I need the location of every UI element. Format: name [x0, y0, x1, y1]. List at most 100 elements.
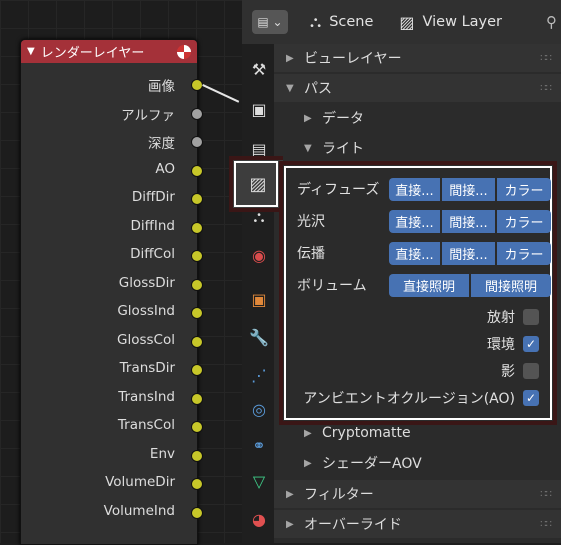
- constraints-tab-icon[interactable]: ⚭: [246, 432, 272, 458]
- socket-label: GlossDir: [118, 274, 175, 291]
- material-tab-icon[interactable]: ◕: [246, 506, 272, 532]
- light-passes-callout: ディフューズ 直接... 間接... カラー 光沢 直接... 間接... カラー 伝播 直接..…: [279, 161, 557, 425]
- subpanel-data[interactable]: ▶ データ: [274, 104, 561, 132]
- socket-label: AO: [155, 160, 175, 177]
- drag-handle-icon[interactable]: ∷∷: [540, 489, 552, 500]
- pin-icon[interactable]: ⚲: [546, 13, 557, 31]
- socket-dot[interactable]: [191, 136, 203, 148]
- socket-dot[interactable]: [191, 221, 203, 234]
- pass-checkbox-row[interactable]: 放射: [487, 307, 539, 327]
- world-tab-icon[interactable]: ◉: [246, 242, 272, 268]
- pass-checkbox-row[interactable]: 環境 ✓: [487, 334, 539, 354]
- node-output-socket[interactable]: DiffDir: [21, 189, 203, 205]
- modifier-tab-icon[interactable]: 🔧: [246, 324, 272, 350]
- socket-label: GlossCol: [117, 331, 175, 348]
- collapse-triangle-icon[interactable]: ▼: [27, 46, 35, 57]
- socket-label: DiffDir: [131, 189, 175, 205]
- checkbox-checked[interactable]: ✓: [523, 336, 539, 352]
- socket-label: Env: [149, 445, 175, 462]
- node-output-socket[interactable]: TransInd: [21, 389, 203, 405]
- node-output-socket[interactable]: 深度: [21, 132, 203, 152]
- properties-header: ▤ ⌄ ⛬ Scene ▨ View Layer ⚲: [242, 0, 561, 44]
- socket-dot[interactable]: [191, 164, 203, 177]
- particles-tab-icon[interactable]: ⋰: [246, 362, 272, 388]
- render-layers-node[interactable]: ▼ レンダーレイヤー 画像アルファ深度 AO DiffDir DiffInd DiffC…: [20, 39, 203, 545]
- node-output-socket[interactable]: TransCol: [21, 417, 203, 433]
- direct-toggle-button[interactable]: 直接...: [389, 241, 440, 265]
- drag-handle-icon[interactable]: ∷∷: [540, 83, 552, 94]
- node-output-socket[interactable]: DiffCol: [21, 246, 203, 262]
- node-output-socket[interactable]: VolumeDir: [21, 474, 203, 490]
- socket-dot[interactable]: [191, 478, 203, 490]
- view-layer-name[interactable]: View Layer: [423, 14, 502, 30]
- pass-checkbox-row[interactable]: 影: [501, 361, 539, 381]
- node-output-socket[interactable]: アルファ: [21, 104, 203, 124]
- collapsed-arrow-icon: ▶: [286, 518, 294, 530]
- pass-label: 光沢: [297, 214, 325, 230]
- data-tab-icon[interactable]: ▽: [246, 468, 272, 494]
- scene-name[interactable]: Scene: [329, 14, 373, 30]
- panel-label: パス: [304, 81, 332, 97]
- node-output-socket[interactable]: DiffInd: [21, 217, 203, 234]
- panel-filter[interactable]: ▶ フィルター ∷∷: [274, 480, 561, 508]
- socket-label: 画像: [148, 79, 175, 95]
- panel-label: データ: [322, 111, 364, 127]
- node-output-socket[interactable]: GlossDir: [21, 274, 203, 291]
- socket-dot[interactable]: [191, 107, 203, 120]
- pass-checkbox-row[interactable]: アンビエントオクルージョン(AO) ✓: [303, 388, 539, 408]
- node-output-socket[interactable]: VolumeInd: [21, 503, 203, 519]
- socket-dot[interactable]: [191, 250, 203, 262]
- node-output-socket[interactable]: AO: [21, 160, 203, 177]
- socket-dot[interactable]: [191, 307, 203, 319]
- socket-dot[interactable]: [191, 421, 203, 433]
- indirect-toggle-button[interactable]: 間接...: [442, 241, 495, 265]
- checkbox-unchecked[interactable]: [523, 363, 539, 379]
- socket-dot[interactable]: [191, 364, 203, 376]
- panel-override[interactable]: ▶ オーバーライド ∷∷: [274, 510, 561, 538]
- panel-label: Cryptomatte: [322, 425, 411, 441]
- socket-dot[interactable]: [191, 506, 203, 519]
- render-tab-icon[interactable]: ▣: [246, 96, 272, 122]
- editor-type-button[interactable]: ▤ ⌄: [252, 10, 288, 34]
- drag-handle-icon[interactable]: ∷∷: [540, 519, 552, 530]
- socket-label: TransCol: [117, 417, 175, 433]
- expanded-arrow-icon: ▼: [286, 82, 294, 94]
- tool-tab-icon[interactable]: ⚒: [246, 56, 272, 82]
- socket-label: DiffInd: [130, 217, 175, 234]
- socket-label: 深度: [148, 136, 175, 152]
- checkbox-label: 環境: [487, 337, 515, 353]
- volume-row: ボリューム 直接照明 間接照明: [297, 273, 553, 297]
- socket-dot[interactable]: [191, 193, 203, 205]
- pass-label: 伝播: [297, 246, 325, 262]
- socket-dot[interactable]: [191, 392, 203, 405]
- direct-toggle-button[interactable]: 直接...: [389, 177, 440, 201]
- color-toggle-button[interactable]: カラー: [497, 177, 551, 201]
- indirect-toggle-button[interactable]: 間接...: [442, 177, 495, 201]
- volume-direct-button[interactable]: 直接照明: [389, 273, 469, 297]
- node-output-socket[interactable]: 画像: [21, 75, 203, 95]
- panel-passes[interactable]: ▼ パス ∷∷: [274, 74, 561, 102]
- socket-dot[interactable]: [191, 278, 203, 291]
- light-pass-row: ディフューズ 直接... 間接... カラー: [297, 177, 553, 201]
- node-header[interactable]: ▼ レンダーレイヤー: [21, 40, 197, 63]
- subpanel-shader-aov[interactable]: ▶ シェーダーAOV: [274, 449, 561, 477]
- socket-dot[interactable]: [191, 335, 203, 348]
- node-output-socket[interactable]: GlossCol: [21, 331, 203, 348]
- indirect-toggle-button[interactable]: 間接...: [442, 209, 495, 233]
- object-tab-icon[interactable]: ▣: [246, 286, 272, 312]
- color-toggle-button[interactable]: カラー: [497, 241, 551, 265]
- highlighted-view-layer-tab-icon[interactable]: ▨: [229, 156, 283, 212]
- node-output-socket[interactable]: TransDir: [21, 360, 203, 376]
- node-output-socket[interactable]: GlossInd: [21, 303, 203, 319]
- direct-toggle-button[interactable]: 直接...: [389, 209, 440, 233]
- node-output-socket[interactable]: Env: [21, 445, 203, 462]
- subpanel-light[interactable]: ▼ ライト: [274, 134, 561, 162]
- panel-view-layer[interactable]: ▶ ビューレイヤー ∷∷: [274, 44, 561, 72]
- checkbox-unchecked[interactable]: [523, 309, 539, 325]
- socket-dot[interactable]: [191, 449, 203, 462]
- checkbox-checked[interactable]: ✓: [523, 390, 539, 406]
- color-toggle-button[interactable]: カラー: [497, 209, 551, 233]
- volume-indirect-button[interactable]: 間接照明: [471, 273, 551, 297]
- physics-tab-icon[interactable]: ◎: [246, 396, 272, 422]
- drag-handle-icon[interactable]: ∷∷: [540, 53, 552, 64]
